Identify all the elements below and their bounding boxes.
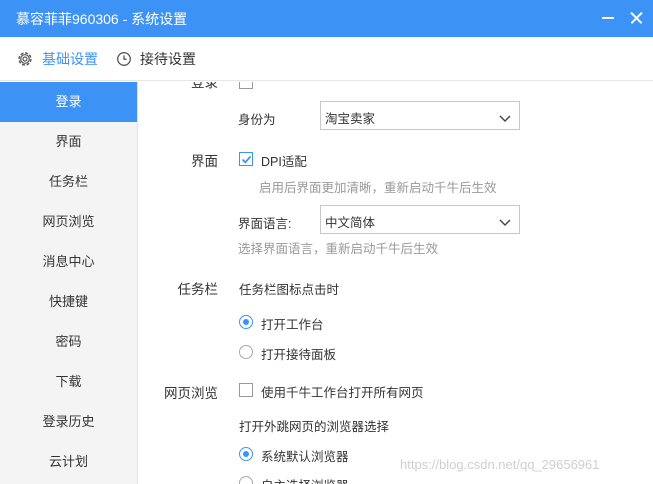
sidebar-item-message-center[interactable]: 消息中心: [0, 242, 137, 282]
dpi-label[interactable]: DPI适配: [261, 151, 307, 170]
language-hint: 选择界面语言，重新启动千牛后生效: [238, 242, 439, 256]
sidebar-item-web-browsing[interactable]: 网页浏览: [0, 202, 137, 242]
window-title: 慕容菲菲960306 - 系统设置: [16, 11, 188, 27]
radio-open-reception-panel[interactable]: [239, 345, 253, 359]
sidebar-item-login-history[interactable]: 登录历史: [0, 402, 137, 442]
settings-tab-bar: 基础设置 接待设置: [0, 37, 653, 81]
tab-reception-settings-label: 接待设置: [140, 51, 196, 67]
close-button[interactable]: [625, 6, 649, 30]
radio-choose-browser-label[interactable]: 自主选择浏览器: [261, 475, 349, 484]
section-label-login: 登录: [191, 82, 218, 90]
use-workbench-checkbox[interactable]: [239, 383, 253, 397]
browser-choice-label: 打开外跳网页的浏览器选择: [239, 420, 390, 434]
sidebar-item-taskbar[interactable]: 任务栏: [0, 162, 137, 202]
tab-basic-settings[interactable]: 基础设置: [16, 37, 98, 81]
radio-system-default-browser[interactable]: [239, 447, 253, 461]
section-label-interface: 界面: [191, 154, 218, 169]
radio-open-workbench[interactable]: [239, 315, 253, 329]
dpi-hint: 启用后界面更加清晰，重新启动千牛后生效: [259, 181, 497, 195]
title-bar: 慕容菲菲960306 - 系统设置: [0, 0, 653, 37]
identity-select[interactable]: 淘宝卖家: [320, 101, 520, 130]
section-label-taskbar: 任务栏: [177, 282, 219, 297]
chevron-down-icon: [499, 111, 511, 126]
gear-icon: [16, 50, 34, 68]
sidebar-item-login[interactable]: 登录: [0, 82, 137, 122]
settings-sidebar: 登录 界面 任务栏 网页浏览 消息中心 快捷键 密码 下载 登录历史 云计划: [0, 82, 138, 484]
language-select[interactable]: 中文简体: [320, 205, 520, 234]
tab-reception-settings[interactable]: 接待设置: [116, 37, 196, 81]
identity-label: 身份为: [238, 113, 276, 127]
sidebar-item-cloud-plan[interactable]: 云计划: [0, 442, 137, 482]
language-select-value: 中文简体: [325, 216, 376, 230]
minimize-button[interactable]: [597, 6, 621, 30]
language-label: 界面语言:: [238, 217, 292, 231]
sidebar-item-download[interactable]: 下载: [0, 362, 137, 402]
identity-select-value: 淘宝卖家: [325, 112, 376, 126]
use-workbench-label[interactable]: 使用千牛工作台打开所有网页: [261, 382, 424, 401]
radio-open-workbench-label[interactable]: 打开工作台: [261, 314, 324, 333]
sidebar-item-shortcuts[interactable]: 快捷键: [0, 282, 137, 322]
settings-content: 登录 身份为 淘宝卖家 界面 DPI适配 启用后界面更加清晰，重新启动千牛后生效…: [138, 82, 653, 484]
login-option-checkbox[interactable]: [239, 82, 253, 89]
radio-choose-browser[interactable]: [239, 476, 253, 484]
clock-icon: [116, 51, 132, 67]
watermark: https://blog.csdn.net/qq_29656961: [400, 457, 600, 472]
checkmark-icon: [241, 155, 252, 164]
section-label-web-browsing: 网页浏览: [164, 386, 218, 401]
chevron-down-icon: [499, 215, 511, 230]
radio-open-reception-panel-label[interactable]: 打开接待面板: [261, 344, 336, 363]
sidebar-item-interface[interactable]: 界面: [0, 122, 137, 162]
radio-system-default-browser-label[interactable]: 系统默认浏览器: [261, 446, 349, 465]
tab-basic-settings-label: 基础设置: [42, 51, 98, 67]
dpi-checkbox[interactable]: [239, 152, 253, 166]
sidebar-item-password[interactable]: 密码: [0, 322, 137, 362]
taskbar-click-label: 任务栏图标点击时: [239, 283, 340, 297]
content-scrollbar[interactable]: [642, 82, 653, 484]
